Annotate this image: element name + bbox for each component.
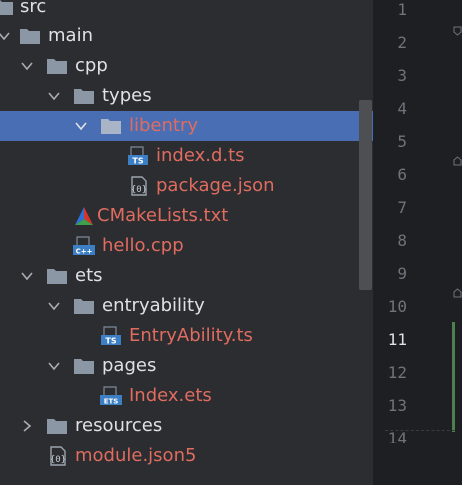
svg-text:{0}: {0} xyxy=(131,185,147,195)
project-tree-panel: src main cpp types libentry TS index.d.t… xyxy=(0,0,374,485)
tree-row-index-ets[interactable]: ETS Index.ets xyxy=(0,381,374,411)
tree-row-entryability[interactable]: entryability xyxy=(0,291,374,321)
chevron-right-icon[interactable] xyxy=(20,419,34,433)
tree-row-libentry[interactable]: libentry xyxy=(0,111,374,141)
tree-row-label: ets xyxy=(75,265,103,286)
svg-text:C++: C++ xyxy=(76,248,93,256)
line-number: 5 xyxy=(397,132,407,151)
line-number: 1 xyxy=(397,0,407,19)
tree-row-src[interactable]: src xyxy=(0,0,374,22)
ets-file-icon: ETS xyxy=(100,386,122,406)
line-number: 6 xyxy=(397,165,407,184)
folder-icon xyxy=(47,419,67,434)
line-number: 8 xyxy=(397,231,407,250)
fold-marker-icon[interactable] xyxy=(453,288,462,298)
tree-row-label: EntryAbility.ts xyxy=(129,325,253,346)
line-number: 10 xyxy=(387,297,407,316)
typescript-file-icon: TS xyxy=(101,326,121,346)
line-number: 12 xyxy=(387,363,407,382)
folder-icon xyxy=(47,269,67,284)
line-number: 9 xyxy=(397,264,407,283)
chevron-down-icon[interactable] xyxy=(20,59,34,73)
tree-row-ets[interactable]: ets xyxy=(0,261,374,291)
vcs-change-marker[interactable] xyxy=(452,322,455,432)
tree-row-module-json5[interactable]: {0} module.json5 xyxy=(0,441,374,471)
folder-icon xyxy=(74,359,94,374)
tree-row-label: CMakeLists.txt xyxy=(97,205,229,226)
tree-row-index-d-ts[interactable]: TS index.d.ts xyxy=(0,141,374,171)
chevron-down-icon[interactable] xyxy=(47,359,61,373)
svg-text:TS: TS xyxy=(105,337,116,346)
tree-row-label: types xyxy=(102,85,152,106)
chevron-down-icon[interactable] xyxy=(20,269,34,283)
tree-scrollbar[interactable] xyxy=(359,100,372,290)
tree-row-label: pages xyxy=(102,355,157,376)
tree-row-entryability-ts[interactable]: TS EntryAbility.ts xyxy=(0,321,374,351)
cpp-file-icon: C++ xyxy=(73,236,95,256)
tree-row-pages[interactable]: pages xyxy=(0,351,374,381)
tree-row-resources[interactable]: resources xyxy=(0,411,374,441)
tree-row-label: hello.cpp xyxy=(102,235,184,256)
tree-row-label: main xyxy=(48,25,93,46)
fold-marker-icon[interactable] xyxy=(453,156,462,166)
chevron-down-icon[interactable] xyxy=(47,89,61,103)
folder-icon xyxy=(47,59,67,74)
line-number: 7 xyxy=(397,198,407,217)
chevron-down-icon[interactable] xyxy=(0,29,11,43)
ide-window: src main cpp types libentry TS index.d.t… xyxy=(0,0,462,485)
json-file-icon: {0} xyxy=(50,446,66,466)
tree-row-cpp[interactable]: cpp xyxy=(0,51,374,81)
folder-icon xyxy=(101,119,121,134)
tree-row-label: src xyxy=(20,0,47,17)
editor-guide xyxy=(385,430,455,441)
tree-row-label: package.json xyxy=(156,175,275,196)
typescript-file-icon: TS xyxy=(128,146,148,166)
svg-text:TS: TS xyxy=(132,157,143,166)
tree-row-hello-cpp[interactable]: C++ hello.cpp xyxy=(0,231,374,261)
tree-row-label: entryability xyxy=(102,295,205,316)
tree-row-label: Index.ets xyxy=(129,385,212,406)
tree-row-cmakelists[interactable]: CMakeLists.txt xyxy=(0,201,374,231)
tree-row-label: cpp xyxy=(75,55,108,76)
line-number: 13 xyxy=(387,396,407,415)
cmake-icon xyxy=(75,207,93,225)
tree-row-main[interactable]: main xyxy=(0,21,374,51)
folder-icon xyxy=(74,89,94,104)
tree-row-label: libentry xyxy=(129,115,199,136)
svg-text:{0}: {0} xyxy=(50,455,66,465)
line-number: 2 xyxy=(397,33,407,52)
chevron-down-icon[interactable] xyxy=(47,299,61,313)
folder-icon xyxy=(0,0,13,15)
chevron-down-icon[interactable] xyxy=(74,119,88,133)
editor-gutter: 1 2 3 4 5 6 7 8 9 10 11 12 13 14 xyxy=(374,0,462,485)
tree-row-types[interactable]: types xyxy=(0,81,374,111)
folder-icon xyxy=(20,29,40,44)
line-number: 4 xyxy=(397,99,407,118)
tree-row-label: index.d.ts xyxy=(156,145,245,166)
tree-row-package-json[interactable]: {0} package.json xyxy=(0,171,374,201)
tree-row-label: resources xyxy=(75,415,163,436)
svg-text:ETS: ETS xyxy=(104,398,119,406)
line-number-current: 11 xyxy=(387,330,407,349)
line-number: 3 xyxy=(397,66,407,85)
json-file-icon: {0} xyxy=(131,176,147,196)
fold-marker-icon[interactable] xyxy=(453,26,462,36)
folder-icon xyxy=(74,299,94,314)
tree-row-label: module.json5 xyxy=(75,445,197,466)
